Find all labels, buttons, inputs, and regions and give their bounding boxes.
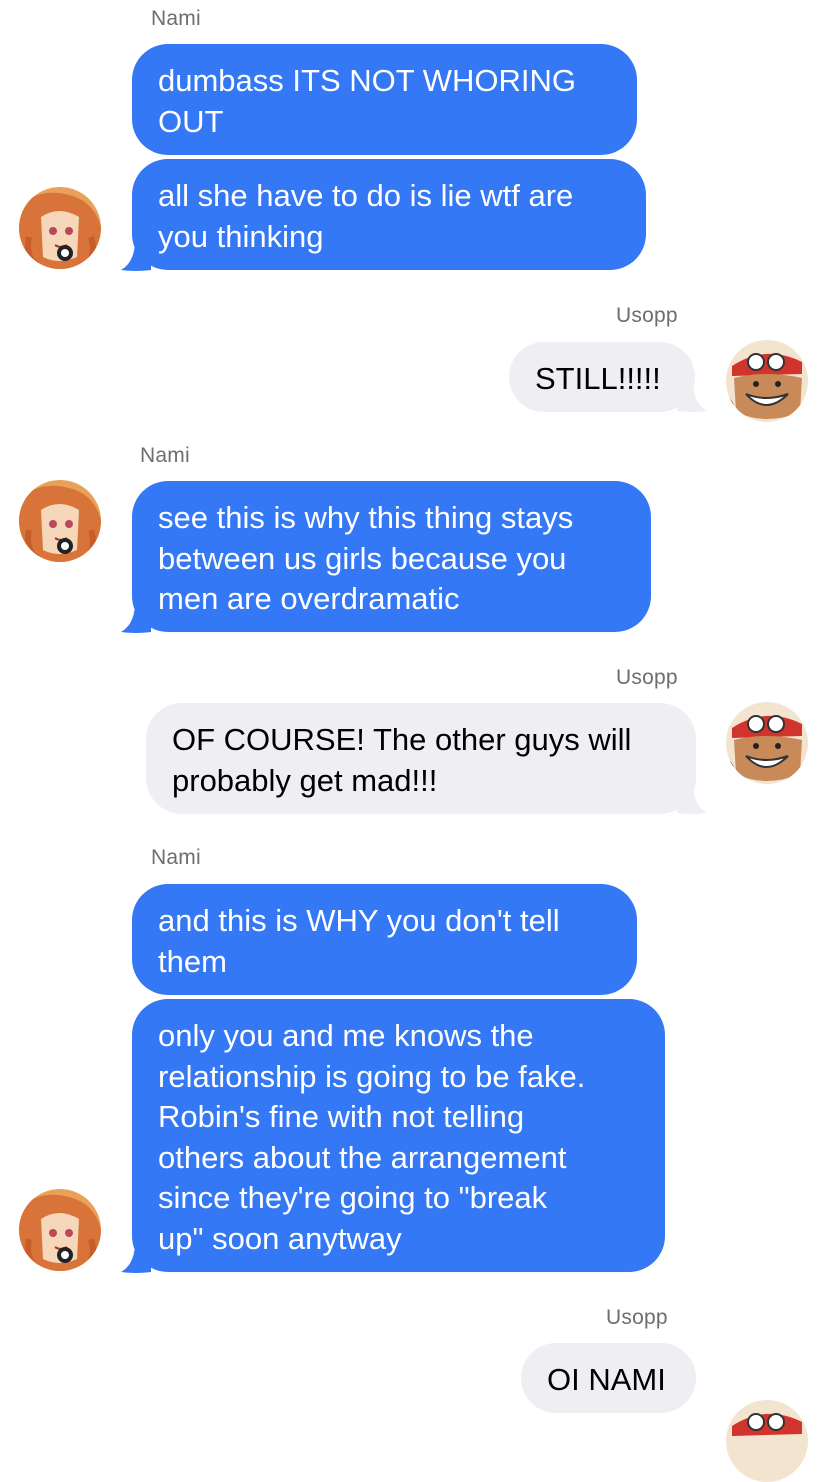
- bubble-tail-outgoing: [677, 783, 707, 814]
- message-bubble-incoming[interactable]: dumbass ITS NOT WHORING OUT: [132, 44, 637, 155]
- message-bubble-incoming[interactable]: and this is WHY you don't tell them: [132, 884, 637, 995]
- sender-name-usopp: Usopp: [616, 666, 678, 689]
- bubble-tail-incoming: [121, 602, 151, 633]
- message-bubble-incoming[interactable]: see this is why this thing stays between…: [132, 481, 651, 632]
- message-bubble-incoming[interactable]: all she have to do is lie wtf are you th…: [132, 159, 646, 270]
- sender-name-usopp: Usopp: [616, 304, 678, 327]
- message-bubble-outgoing[interactable]: OF COURSE! The other guys will probably …: [146, 703, 696, 814]
- bubble-tail-incoming: [121, 240, 151, 271]
- sender-name-nami: Nami: [151, 7, 201, 30]
- message-bubble-outgoing[interactable]: STILL!!!!!: [509, 342, 695, 412]
- message-bubble-outgoing[interactable]: OI NAMI: [521, 1343, 696, 1413]
- usopp-avatar[interactable]: [726, 340, 808, 422]
- usopp-avatar[interactable]: [726, 1400, 808, 1482]
- sender-name-nami: Nami: [151, 846, 201, 869]
- sender-name-nami: Nami: [140, 444, 190, 467]
- bubble-tail-outgoing: [677, 381, 707, 412]
- nami-avatar[interactable]: [19, 480, 101, 562]
- message-bubble-incoming[interactable]: only you and me knows the relationship i…: [132, 999, 665, 1272]
- nami-avatar[interactable]: [19, 1189, 101, 1271]
- usopp-avatar[interactable]: [726, 702, 808, 784]
- sender-name-usopp: Usopp: [606, 1306, 668, 1329]
- nami-avatar[interactable]: [19, 187, 101, 269]
- bubble-tail-incoming: [121, 1242, 151, 1273]
